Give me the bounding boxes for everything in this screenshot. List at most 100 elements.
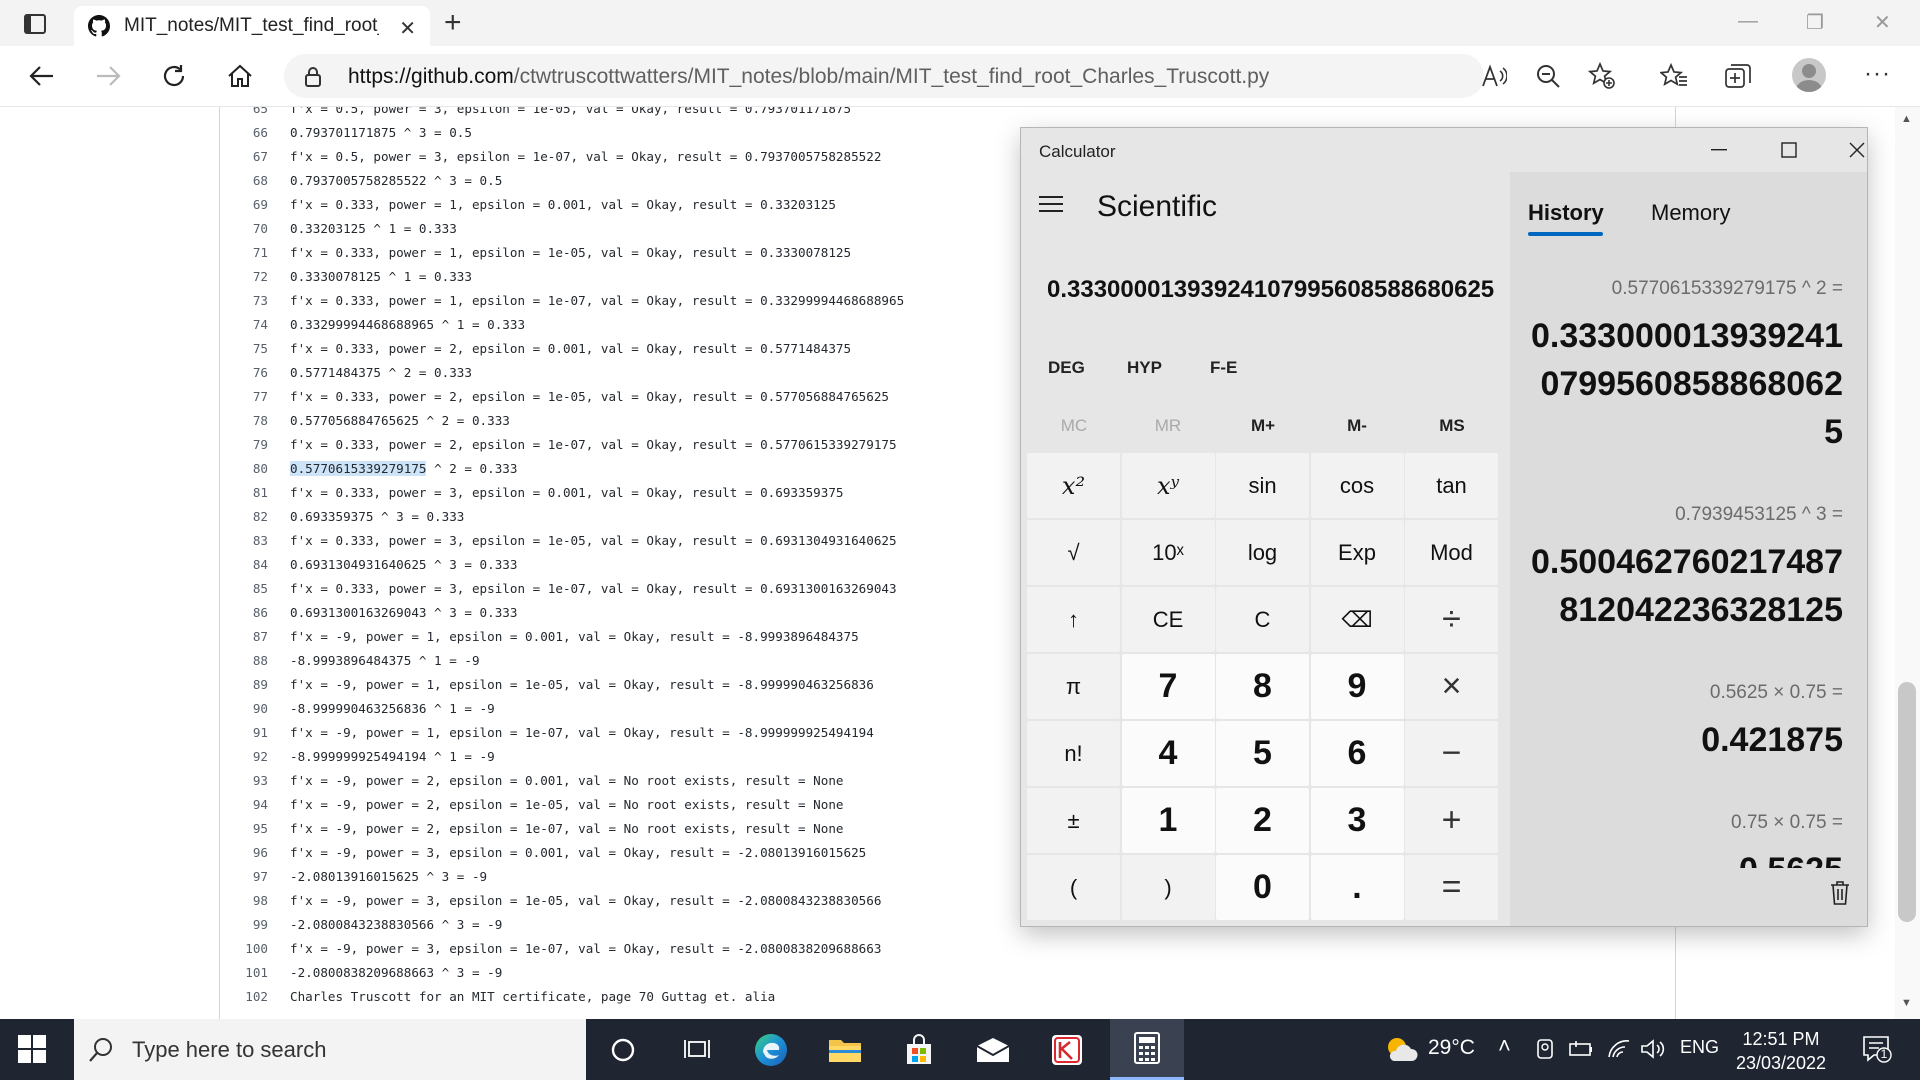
history-expression[interactable]: 0.5625 × 0.75 =: [1710, 682, 1843, 704]
history-result[interactable]: 0.5625: [1739, 846, 1843, 868]
notification-center-button[interactable]: 1: [1862, 1035, 1892, 1063]
cos-button[interactable]: cos: [1310, 453, 1404, 518]
line-number[interactable]: 101: [220, 961, 268, 985]
battery-icon[interactable]: [1568, 1039, 1594, 1059]
line-number[interactable]: 82: [220, 505, 268, 529]
digit-6-button[interactable]: 6: [1310, 721, 1404, 786]
clear-button[interactable]: C: [1216, 587, 1309, 652]
refresh-button[interactable]: [158, 60, 190, 92]
history-expression[interactable]: 0.7939453125 ^ 3 =: [1675, 504, 1843, 526]
digit-0-button[interactable]: 0: [1216, 855, 1309, 920]
digit-9-button[interactable]: 9: [1310, 654, 1404, 719]
scrollbar-thumb[interactable]: [1898, 682, 1916, 922]
cortana-button[interactable]: [586, 1019, 660, 1080]
forward-button[interactable]: [92, 60, 124, 92]
mod-button[interactable]: Mod: [1405, 520, 1498, 585]
line-number[interactable]: 86: [220, 601, 268, 625]
back-button[interactable]: [26, 60, 58, 92]
pi-button[interactable]: π: [1027, 654, 1120, 719]
line-number[interactable]: 95: [220, 817, 268, 841]
sin-button[interactable]: sin: [1216, 453, 1309, 518]
line-number[interactable]: 78: [220, 409, 268, 433]
line-number[interactable]: 93: [220, 769, 268, 793]
digit-7-button[interactable]: 7: [1121, 654, 1215, 719]
line-number[interactable]: 88: [220, 649, 268, 673]
taskbar-clock[interactable]: 12:51 PM 23/03/2022: [1718, 1027, 1844, 1075]
home-button[interactable]: [224, 60, 256, 92]
multiply-button[interactable]: ×: [1405, 654, 1498, 719]
line-number[interactable]: 75: [220, 337, 268, 361]
mc-button[interactable]: MC: [1034, 416, 1114, 436]
line-number[interactable]: 73: [220, 289, 268, 313]
memory-tab[interactable]: Memory: [1651, 200, 1730, 226]
line-number[interactable]: 77: [220, 385, 268, 409]
line-number[interactable]: 72: [220, 265, 268, 289]
calc-close-button[interactable]: [1829, 134, 1867, 166]
line-number[interactable]: 66: [220, 121, 268, 145]
taskbar-calculator[interactable]: [1110, 1019, 1184, 1080]
taskbar-store[interactable]: [882, 1019, 956, 1080]
backspace-button[interactable]: ⌫: [1310, 587, 1404, 652]
deg-toggle[interactable]: DEG: [1048, 358, 1085, 378]
add-favorite-button[interactable]: [1586, 60, 1618, 92]
history-expression[interactable]: 0.75 × 0.75 =: [1731, 812, 1843, 834]
line-number[interactable]: 94: [220, 793, 268, 817]
line-number[interactable]: 71: [220, 241, 268, 265]
line-number[interactable]: 81: [220, 481, 268, 505]
window-minimize-icon[interactable]: —: [1738, 10, 1758, 33]
favorites-button[interactable]: [1658, 60, 1690, 92]
history-result[interactable]: 0799560858868062: [1540, 360, 1843, 408]
task-view-button[interactable]: [660, 1019, 734, 1080]
line-number[interactable]: 91: [220, 721, 268, 745]
digit-5-button[interactable]: 5: [1216, 721, 1309, 786]
trash-icon[interactable]: [1829, 880, 1851, 906]
line-number[interactable]: 87: [220, 625, 268, 649]
taskbar-edge[interactable]: [734, 1019, 808, 1080]
equals-button[interactable]: =: [1405, 855, 1498, 920]
new-tab-icon[interactable]: +: [444, 8, 462, 38]
more-options-icon[interactable]: ···: [1864, 60, 1891, 88]
line-number[interactable]: 69: [220, 193, 268, 217]
taskbar-mail[interactable]: [956, 1019, 1030, 1080]
line-number[interactable]: 84: [220, 553, 268, 577]
square-button[interactable]: x²: [1027, 453, 1120, 518]
history-tab[interactable]: History: [1528, 200, 1604, 226]
line-number[interactable]: 70: [220, 217, 268, 241]
digit-2-button[interactable]: 2: [1216, 788, 1309, 853]
ms-button[interactable]: MS: [1412, 416, 1492, 436]
line-number[interactable]: 85: [220, 577, 268, 601]
profile-avatar[interactable]: [1792, 58, 1826, 92]
history-result[interactable]: 0.500462760217487: [1531, 538, 1843, 586]
taskbar-app-red[interactable]: [1030, 1019, 1104, 1080]
line-number[interactable]: 90: [220, 697, 268, 721]
digit-8-button[interactable]: 8: [1216, 654, 1309, 719]
open-paren-button[interactable]: (: [1027, 855, 1120, 920]
line-number[interactable]: 68: [220, 169, 268, 193]
windows-start-icon[interactable]: [18, 1035, 46, 1063]
line-number[interactable]: 96: [220, 841, 268, 865]
tray-chevron-icon[interactable]: ˄: [1498, 1033, 1511, 1059]
meet-now-icon[interactable]: [1534, 1037, 1556, 1061]
history-result[interactable]: 0.333000013939241: [1531, 312, 1843, 360]
line-number[interactable]: 67: [220, 145, 268, 169]
line-number[interactable]: 89: [220, 673, 268, 697]
factorial-button[interactable]: n!: [1027, 721, 1120, 786]
divide-button[interactable]: ÷: [1405, 587, 1498, 652]
exp-button[interactable]: Exp: [1310, 520, 1404, 585]
history-result[interactable]: 0.421875: [1701, 716, 1843, 764]
shift-button[interactable]: ↑: [1027, 587, 1120, 652]
tab-actions-button[interactable]: [14, 8, 56, 40]
m-plus-button[interactable]: M+: [1223, 416, 1303, 436]
line-number[interactable]: 102: [220, 985, 268, 1009]
plus-button[interactable]: +: [1405, 788, 1498, 853]
close-paren-button[interactable]: ): [1121, 855, 1215, 920]
line-number[interactable]: 79: [220, 433, 268, 457]
window-restore-icon[interactable]: ❐: [1806, 10, 1824, 35]
digit-4-button[interactable]: 4: [1121, 721, 1215, 786]
navigation-menu-icon[interactable]: [1039, 196, 1063, 214]
line-number[interactable]: 74: [220, 313, 268, 337]
line-number[interactable]: 97: [220, 865, 268, 889]
scroll-down-icon[interactable]: ▼: [1901, 997, 1912, 1009]
clear-entry-button[interactable]: CE: [1121, 587, 1215, 652]
digit-1-button[interactable]: 1: [1121, 788, 1215, 853]
